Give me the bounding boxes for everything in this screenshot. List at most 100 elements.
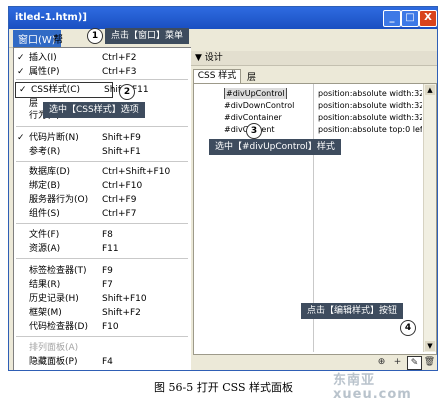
maximize-button[interactable]: □ xyxy=(401,10,419,27)
menu-item-shortcut: F11 xyxy=(102,244,119,254)
menu-item[interactable]: 组件(S) Ctrl+F7 xyxy=(14,207,192,221)
menu-item-label: 插入(I) xyxy=(29,53,57,63)
tab-layers[interactable]: 层 xyxy=(247,70,256,83)
callout-select-style: 选中【#divUpControl】样式 xyxy=(209,139,341,155)
menu-item[interactable]: 标签检查器(T) F9 xyxy=(14,264,192,278)
menu-item-label: 参考(R) xyxy=(29,147,61,157)
menu-item[interactable]: ✓ 属性(P) Ctrl+F3 xyxy=(14,65,192,79)
menu-item[interactable]: 资源(A) F11 xyxy=(14,242,192,256)
vertical-scrollbar[interactable]: ▲ ▼ xyxy=(423,84,436,352)
menu-help[interactable]: 帮 xyxy=(53,31,63,46)
menu-item-label: 排列面板(A) xyxy=(29,343,79,353)
menu-item-label: 属性(P) xyxy=(29,67,60,77)
menu-item[interactable]: 绑定(B) Ctrl+F10 xyxy=(14,179,192,193)
menu-item-shortcut: Ctrl+F3 xyxy=(102,67,137,77)
scroll-down-icon[interactable]: ▼ xyxy=(425,341,435,351)
menu-item[interactable]: 文件(F) F8 xyxy=(14,228,192,242)
menu-item-shortcut: F10 xyxy=(102,322,119,332)
menu-separator xyxy=(16,223,188,224)
menu-item-label: 结果(R) xyxy=(29,280,61,290)
close-button[interactable]: X xyxy=(419,10,437,27)
step-1-badge: 1 xyxy=(87,28,103,44)
step-4-badge: 4 xyxy=(400,320,416,336)
menu-item[interactable]: ✓CSS样式(C)Shift+F11 xyxy=(15,82,149,98)
check-icon: ✓ xyxy=(17,133,25,143)
menu-item-label: 历史记录(H) xyxy=(29,294,79,304)
menu-item-label: 数据库(D) xyxy=(29,167,70,177)
css-rule-row[interactable]: #divDownControl position:absolute width:3… xyxy=(194,100,422,111)
menu-item-shortcut: F4 xyxy=(102,357,113,367)
panel-tabs: CSS 样式 层 xyxy=(191,67,437,83)
menu-item[interactable]: 隐藏面板(P) F4 xyxy=(14,355,192,369)
watermark-logo: 东南亚 xueu.com xyxy=(333,373,412,402)
menu-item-shortcut: F7 xyxy=(102,280,113,290)
css-properties: position:absolute width:320 le xyxy=(318,113,422,122)
callout-window-menu: 点击【窗口】菜单 xyxy=(105,28,190,44)
menu-item-label: 文件(F) xyxy=(29,230,60,240)
minimize-button[interactable]: _ xyxy=(383,10,401,27)
menu-separator xyxy=(16,161,188,162)
css-selector: #divDownControl xyxy=(224,101,295,110)
menu-item-shortcut: Shift+F9 xyxy=(102,133,141,143)
menu-item-shortcut: Shift+F1 xyxy=(102,147,141,157)
menu-item[interactable]: 代码检查器(D) F10 xyxy=(14,320,192,334)
menu-item-label: 绑定(B) xyxy=(29,181,61,191)
app-window: itled-1.htm)] _ □ X 窗口(W) 帮 ✓ 插入(I) Ctrl+F… xyxy=(8,6,438,371)
menu-item[interactable]: ✓ 插入(I) Ctrl+F2 xyxy=(14,51,192,65)
menu-item[interactable]: ✓ 代码片断(N) Shift+F9 xyxy=(14,131,192,145)
menu-item[interactable]: 框架(M) Shift+F2 xyxy=(14,306,192,320)
menu-separator xyxy=(16,258,188,259)
menu-item-label: 隐藏面板(P) xyxy=(29,357,78,367)
check-icon: ✓ xyxy=(17,53,25,63)
scroll-up-icon[interactable]: ▲ xyxy=(425,85,435,95)
menu-item-label: CSS样式(C) xyxy=(31,85,81,95)
css-properties: position:absolute width:320 le xyxy=(318,89,422,98)
delete-style-icon[interactable]: 🗑 xyxy=(423,356,436,368)
panel-toolbar: ⊕ + ✎ 🗑 xyxy=(191,355,437,370)
css-rule-row[interactable]: #divContentposition:absolute top:0 left:… xyxy=(194,124,422,135)
window-title: itled-1.htm)] xyxy=(15,12,87,23)
css-rule-row[interactable]: #divContainer position:absolute width:320… xyxy=(194,112,422,123)
menu-item-shortcut: Ctrl+F7 xyxy=(102,209,137,219)
menu-item-label: 框架(M) xyxy=(29,308,62,318)
check-icon: ✓ xyxy=(17,67,25,77)
menu-item[interactable]: 排列面板(A) xyxy=(14,341,192,355)
menu-item[interactable]: 结果(R) F7 xyxy=(14,278,192,292)
menu-item-label: 服务器行为(O) xyxy=(29,195,89,205)
menu-bar: 窗口(W) 帮 xyxy=(9,29,437,48)
callout-edit-style: 点击【编辑样式】按钮 xyxy=(301,303,404,319)
new-style-icon[interactable]: + xyxy=(391,356,404,368)
menu-item-shortcut: Ctrl+F2 xyxy=(102,53,137,63)
step-3-badge: 3 xyxy=(246,123,262,139)
css-selector: #divUpControl xyxy=(224,88,287,99)
step-2-badge: 2 xyxy=(119,84,135,100)
menu-item-label: 代码检查器(D) xyxy=(29,322,88,332)
menu-separator xyxy=(16,79,188,80)
menu-item-shortcut: Ctrl+Shift+F10 xyxy=(102,167,171,177)
callout-css-option: 选中【CSS样式】选项 xyxy=(43,102,145,118)
menu-separator xyxy=(16,126,188,127)
menu-item[interactable]: 历史记录(H) Shift+F10 xyxy=(14,292,192,306)
menu-item-shortcut: Shift+F2 xyxy=(102,308,141,318)
edit-style-icon[interactable]: ✎ xyxy=(407,356,422,370)
title-bar: itled-1.htm)] _ □ X xyxy=(9,7,437,29)
menu-item-shortcut: Ctrl+F9 xyxy=(102,195,137,205)
check-icon: ✓ xyxy=(19,85,27,95)
css-properties: position:absolute top:0 left:0 xyxy=(318,125,422,134)
menu-item-label: 标签检查器(T) xyxy=(29,266,87,276)
panel-group-header[interactable]: ▼ 设计 xyxy=(191,51,437,66)
design-panel: ▼ 设计 CSS 样式 层 #divUpControl position:abso… xyxy=(191,47,437,370)
attach-stylesheet-icon[interactable]: ⊕ xyxy=(375,356,388,368)
menu-item-label: 代码片断(N) xyxy=(29,133,79,143)
css-selector: #divContainer xyxy=(224,113,282,122)
menu-item[interactable]: 服务器行为(O) Ctrl+F9 xyxy=(14,193,192,207)
menu-separator xyxy=(16,336,188,337)
css-rule-row[interactable]: #divUpControl position:absolute width:320… xyxy=(194,88,422,99)
menu-item-shortcut: F8 xyxy=(102,230,113,240)
tab-css-styles[interactable]: CSS 样式 xyxy=(193,69,241,83)
window-menu-dropdown: ✓插入(I)Ctrl+F2✓属性(P)Ctrl+F3✓CSS样式(C)Shift… xyxy=(13,47,193,370)
menu-item[interactable]: 参考(R) Shift+F1 xyxy=(14,145,192,159)
menu-item-label: 资源(A) xyxy=(29,244,61,254)
menu-item-shortcut: F9 xyxy=(102,266,113,276)
menu-item[interactable]: 数据库(D) Ctrl+Shift+F10 xyxy=(14,165,192,179)
